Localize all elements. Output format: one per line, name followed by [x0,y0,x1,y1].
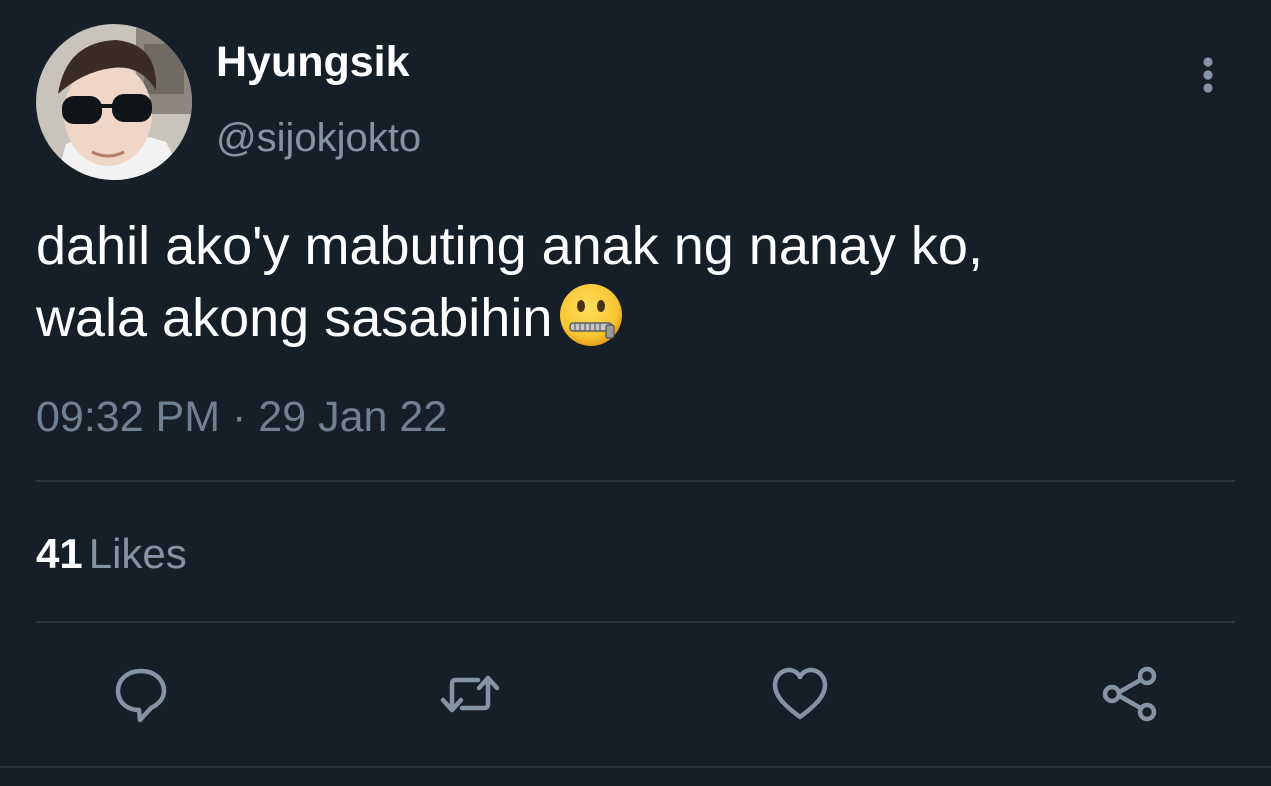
timestamp-separator: · [232,393,247,441]
more-options-button[interactable] [1192,54,1224,96]
retweet-icon [440,675,500,713]
reply-button[interactable] [111,664,171,724]
divider-top [36,480,1235,482]
tweet-text-line-2: wala akong sasabihin [36,280,1226,352]
username-handle[interactable]: @sijokjokto [216,116,421,161]
tweet-timestamp[interactable]: 09:32 PM · 29 Jan 22 [36,393,447,442]
tweet-text-line-2-words: wala akong sasabihin [36,288,553,348]
like-button[interactable] [770,664,830,724]
speech-bubble-icon [115,668,167,723]
vertical-ellipsis-icon [1203,57,1213,93]
share-button[interactable] [1100,664,1160,724]
likes-count: 41 [36,530,83,577]
display-name[interactable]: Hyungsik [216,38,410,87]
tweet-date: 29 Jan 22 [258,393,448,441]
tweet-text-line-1: dahil ako'y mabuting anak ng nanay ko, [36,216,983,276]
bottom-divider [0,766,1271,768]
tweet-text: dahil ako'y mabuting anak ng nanay ko, w… [36,212,1226,352]
likes-stat[interactable]: 41 Likes [36,530,187,578]
avatar-photo [36,24,192,180]
avatar[interactable] [36,24,192,180]
retweet-button[interactable] [440,664,500,724]
tweet-time: 09:32 PM [36,393,221,441]
likes-label: Likes [88,530,187,577]
heart-icon [772,667,828,720]
divider-bottom [36,621,1235,623]
share-icon [1102,666,1157,722]
tweet-card: Hyungsik @sijokjokto dahil ako'y mabutin… [0,0,1271,786]
zipper-mouth-face-icon [556,280,626,350]
